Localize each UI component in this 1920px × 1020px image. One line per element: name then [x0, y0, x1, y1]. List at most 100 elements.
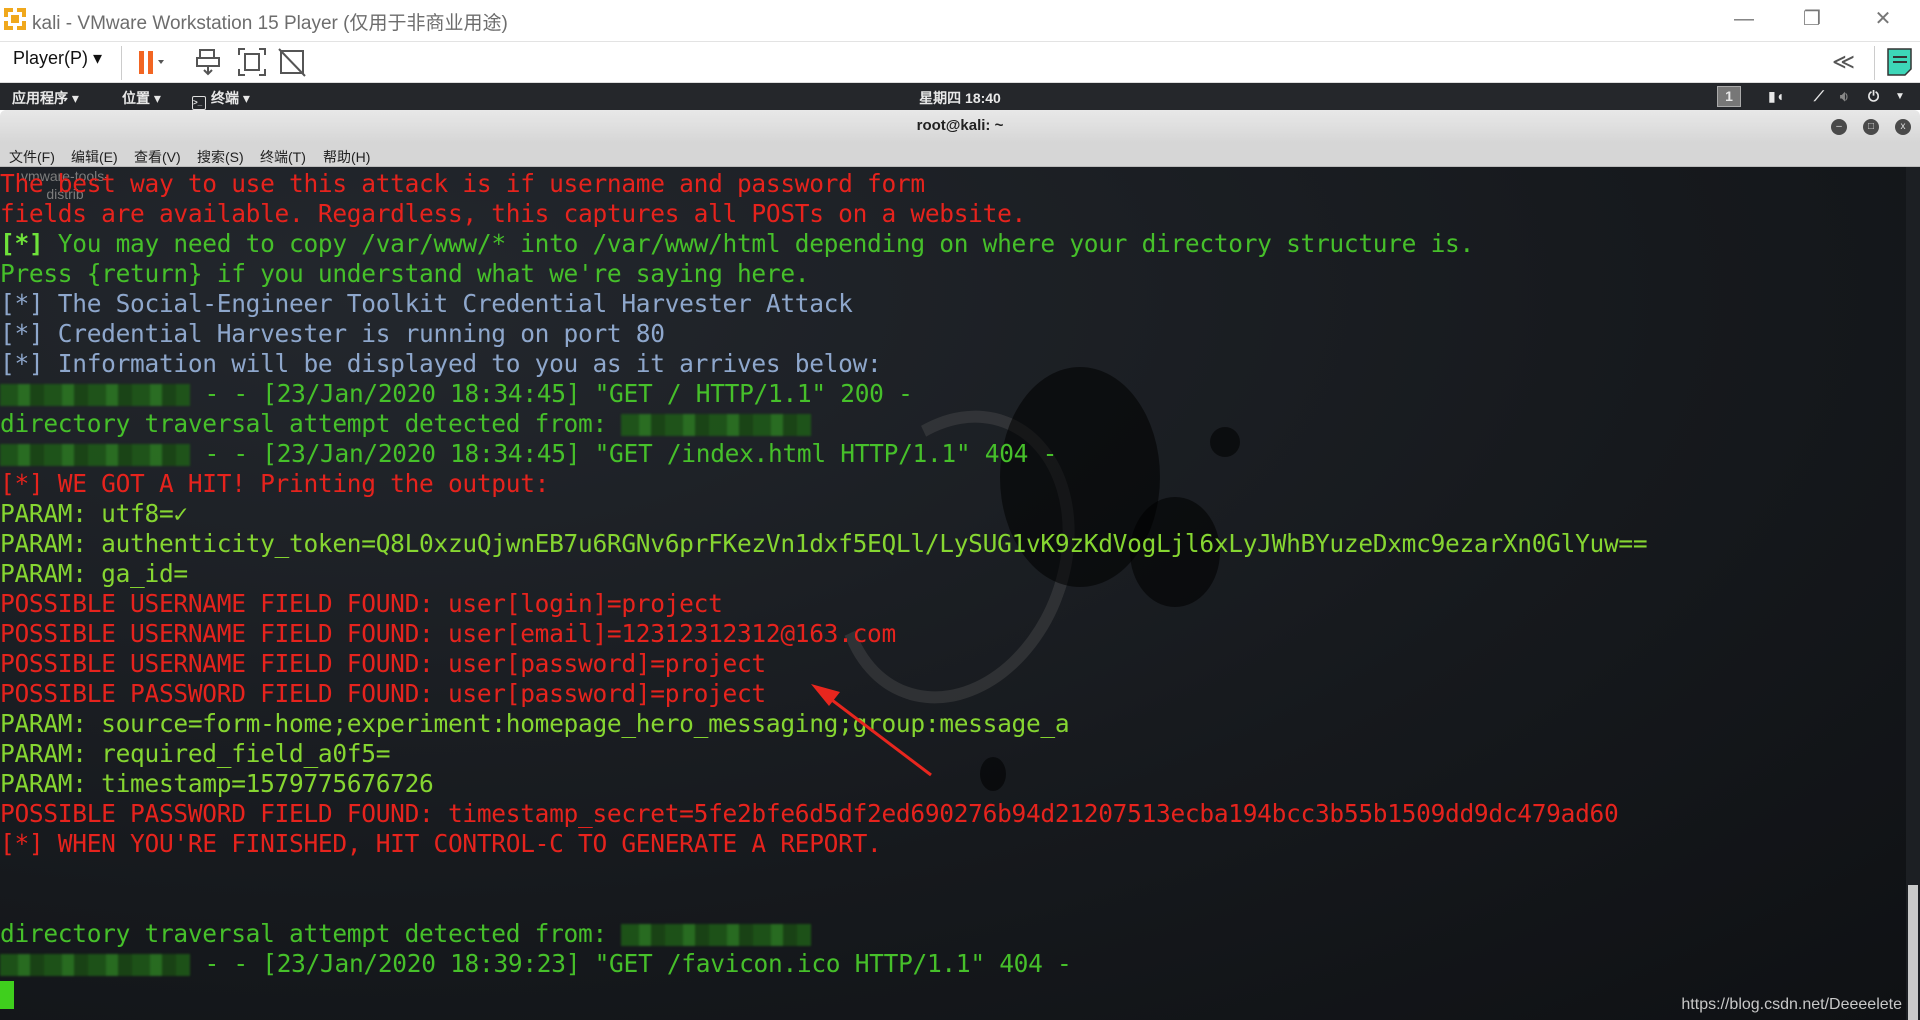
close-button[interactable]: ✕ — [1863, 4, 1903, 34]
terminal-line: POSSIBLE USERNAME FIELD FOUND: user[emai… — [0, 619, 1647, 649]
terminal-minimize-button[interactable]: – — [1831, 119, 1847, 135]
menu-terminal[interactable]: 终端(T) — [260, 147, 306, 167]
scrollbar-thumb[interactable] — [1908, 885, 1918, 1020]
line-text: [*] Credential Harvester is running on p… — [0, 319, 665, 348]
terminal-line: [*] Credential Harvester is running on p… — [0, 319, 1647, 349]
workspace-indicator[interactable]: 1 — [1717, 86, 1741, 107]
line-text: POSSIBLE PASSWORD FIELD FOUND: timestamp… — [0, 799, 1619, 828]
clock[interactable]: 星期四 18:40 — [0, 88, 1920, 108]
terminal-scrollbar[interactable] — [1906, 167, 1920, 1020]
terminal-line: PARAM: source=form-home;experiment:homep… — [0, 709, 1647, 739]
terminal-titlebar: root@kali: ~ – □ x — [0, 110, 1920, 143]
terminal-line: [*] The Social-Engineer Toolkit Credenti… — [0, 289, 1647, 319]
chevron-down-icon[interactable]: ▼ — [1895, 91, 1905, 102]
line-text: PARAM: authenticity_token=Q8L0xzuQjwnEB7… — [0, 529, 1648, 558]
line-text: POSSIBLE USERNAME FIELD FOUND: user[pass… — [0, 649, 766, 678]
terminal-line: - - [23/Jan/2020 18:34:45] "GET /index.h… — [0, 439, 1647, 469]
terminal-line: POSSIBLE PASSWORD FIELD FOUND: user[pass… — [0, 679, 1647, 709]
player-menu[interactable]: Player(P) ▾ — [13, 48, 102, 69]
line-text: directory traversal attempt detected fro… — [0, 919, 622, 948]
terminal-title: root@kali: ~ — [916, 117, 1004, 134]
volume-icon[interactable]: 🔉︎ — [1840, 88, 1849, 105]
menu-edit[interactable]: 编辑(E) — [71, 147, 118, 167]
terminal-line: - - [23/Jan/2020 18:39:23] "GET /favicon… — [0, 949, 1647, 979]
menu-file[interactable]: 文件(F) — [9, 147, 55, 167]
terminal-line: PARAM: timestamp=1579775676726 — [0, 769, 1647, 799]
terminal-line: PARAM: required_field_a0f5= — [0, 739, 1647, 769]
redacted-ip — [621, 414, 812, 436]
line-text: PARAM: ga_id= — [0, 559, 188, 588]
line-text: You may need to copy /var/www/* into /va… — [43, 229, 1474, 258]
fullscreen-icon[interactable] — [236, 46, 268, 78]
minimize-button[interactable]: — — [1724, 4, 1764, 34]
terminal-line: POSSIBLE PASSWORD FIELD FOUND: timestamp… — [0, 799, 1647, 829]
terminal-line: fields are available. Regardless, this c… — [0, 199, 1647, 229]
toolbar-divider — [121, 46, 122, 80]
terminal-line: [*] Information will be displayed to you… — [0, 349, 1647, 379]
toolbar-divider — [1874, 46, 1875, 80]
unity-icon[interactable] — [277, 46, 309, 78]
menu-search[interactable]: 搜索(S) — [197, 147, 244, 167]
terminal-line: POSSIBLE USERNAME FIELD FOUND: user[logi… — [0, 589, 1647, 619]
redacted-ip — [0, 954, 190, 976]
line-text: POSSIBLE USERNAME FIELD FOUND: user[emai… — [0, 619, 896, 648]
line-text: [*] WE GOT A HIT! Printing the output: — [0, 469, 550, 498]
terminal-line: PARAM: utf8=✓ — [0, 499, 1647, 529]
terminal-line: Press {return} if you understand what we… — [0, 259, 1647, 289]
line-text: The best way to use this attack is if us… — [0, 169, 925, 198]
terminal-close-button[interactable]: x — [1895, 119, 1911, 135]
terminal-line: PARAM: ga_id= — [0, 559, 1647, 589]
line-text: directory traversal attempt detected fro… — [0, 409, 622, 438]
vmware-toolbar: Player(P) ▾ ≪ — [0, 42, 1920, 83]
terminal-line — [0, 979, 1647, 1009]
terminal-line: The best way to use this attack is if us… — [0, 169, 1647, 199]
line-text: [*] WHEN YOU'RE FINISHED, HIT CONTROL-C … — [0, 829, 882, 858]
send-ctrl-alt-del-icon[interactable] — [194, 46, 226, 78]
line-text: PARAM: timestamp=1579775676726 — [0, 769, 434, 798]
line-text: PARAM: source=form-home;experiment:homep… — [0, 709, 1070, 738]
line-text: - - [23/Jan/2020 18:39:23] "GET /favicon… — [190, 949, 1072, 978]
line-text: - - [23/Jan/2020 18:34:45] "GET /index.h… — [190, 439, 1058, 468]
vmware-logo-icon — [4, 8, 26, 30]
line-text: PARAM: utf8=✓ — [0, 499, 188, 528]
line-text: POSSIBLE PASSWORD FIELD FOUND: user[pass… — [0, 679, 766, 708]
terminal-line: PARAM: authenticity_token=Q8L0xzuQjwnEB7… — [0, 529, 1648, 559]
terminal-cursor — [0, 981, 14, 1009]
line-text: [*] The Social-Engineer Toolkit Credenti… — [0, 289, 853, 318]
line-text: [*] Information will be displayed to you… — [0, 349, 882, 378]
watermark: https://blog.csdn.net/Deeeelete — [1681, 996, 1902, 1013]
line-text: PARAM: required_field_a0f5= — [0, 739, 391, 768]
line-text: - - [23/Jan/2020 18:34:45] "GET / HTTP/1… — [190, 379, 913, 408]
network-icon[interactable]: ⟋ — [1814, 88, 1824, 105]
pause-icon[interactable] — [134, 46, 166, 78]
menu-view[interactable]: 查看(V) — [134, 147, 181, 167]
window-titlebar: kali - VMware Workstation 15 Player (仅用于… — [0, 0, 1920, 42]
terminal-lines: The best way to use this attack is if us… — [0, 169, 1648, 1009]
terminal-menubar: 文件(F) 编辑(E) 查看(V) 搜索(S) 终端(T) 帮助(H) — [0, 143, 1920, 167]
terminal-line: directory traversal attempt detected fro… — [0, 919, 1647, 949]
power-icon[interactable]: ⏻ — [1868, 88, 1879, 105]
line-text: POSSIBLE USERNAME FIELD FOUND: user[logi… — [0, 589, 723, 618]
redacted-ip — [0, 444, 190, 466]
terminal-output[interactable]: vmware-tools-distrib The best way to use… — [0, 167, 1906, 1020]
redacted-ip — [621, 924, 812, 946]
line-text: [*] — [0, 229, 44, 258]
redacted-ip — [0, 384, 190, 406]
terminal-line: - - [23/Jan/2020 18:34:45] "GET / HTTP/1… — [0, 379, 1647, 409]
line-text: Press {return} if you understand what we… — [0, 259, 810, 288]
terminal-line: POSSIBLE USERNAME FIELD FOUND: user[pass… — [0, 649, 1647, 679]
terminal-line: [*] WE GOT A HIT! Printing the output: — [0, 469, 1647, 499]
window-title: kali - VMware Workstation 15 Player (仅用于… — [32, 13, 508, 34]
terminal-line: directory traversal attempt detected fro… — [0, 409, 1647, 439]
restore-button[interactable]: ❐ — [1792, 4, 1832, 34]
notes-icon[interactable] — [1885, 46, 1917, 78]
collapse-button[interactable]: ≪ — [1832, 49, 1855, 75]
terminal-maximize-button[interactable]: □ — [1863, 119, 1879, 135]
line-text: fields are available. Regardless, this c… — [0, 199, 1026, 228]
menu-help[interactable]: 帮助(H) — [323, 147, 370, 167]
terminal-line: [*] WHEN YOU'RE FINISHED, HIT CONTROL-C … — [0, 829, 1647, 859]
kali-top-panel: 应用程序 ▾ 位置 ▾ >_ 终端 ▾ 星期四 18:40 1 ▮◖ ⟋ 🔉︎ ⏻… — [0, 83, 1920, 110]
video-icon[interactable]: ▮◖ — [1768, 88, 1784, 105]
